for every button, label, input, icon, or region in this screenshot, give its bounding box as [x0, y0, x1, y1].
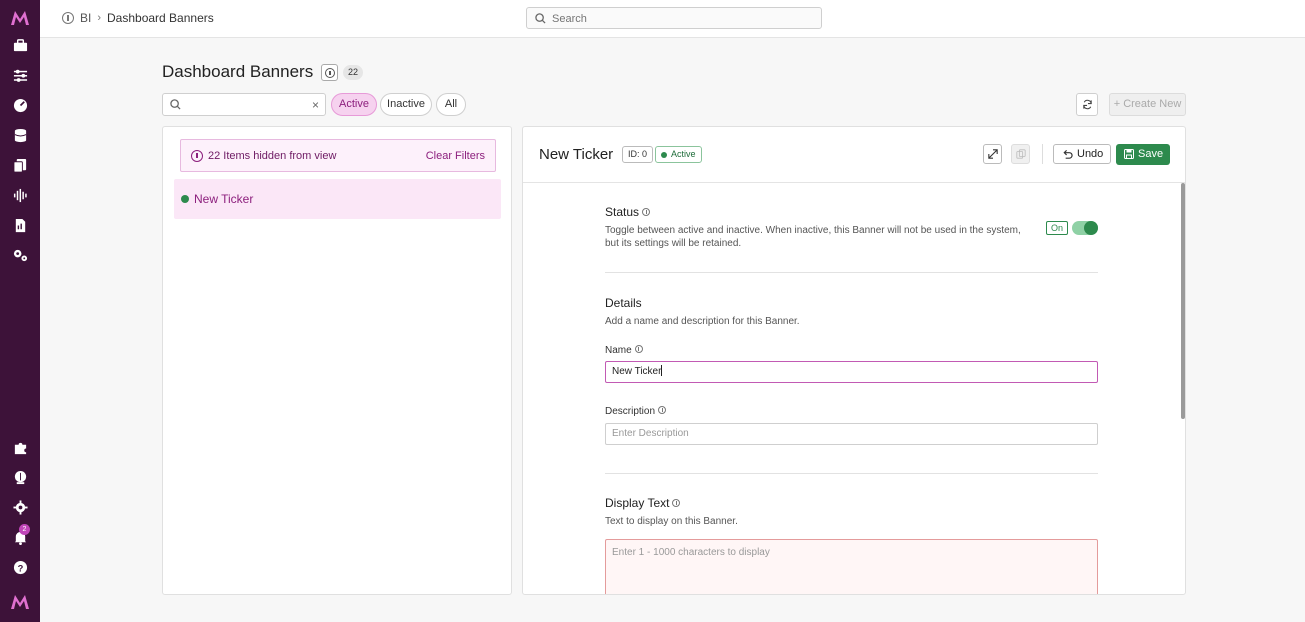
breadcrumb: BI › Dashboard Banners — [62, 11, 214, 25]
logo-bottom-icon[interactable] — [10, 592, 30, 612]
detail-header: New Ticker ID: 0 Active Undo Save — [523, 127, 1185, 183]
expand-button[interactable] — [983, 144, 1002, 164]
chip-inactive[interactable]: Inactive — [380, 93, 432, 116]
brain-icon[interactable] — [10, 467, 30, 487]
alert-icon — [191, 150, 203, 162]
logo-icon[interactable] — [10, 8, 30, 28]
info-icon[interactable] — [672, 499, 681, 507]
info-icon[interactable] — [658, 406, 667, 414]
info-icon[interactable] — [634, 345, 643, 353]
id-badge: ID: 0 — [622, 146, 654, 163]
expand-icon — [987, 149, 998, 159]
report-icon[interactable] — [10, 215, 30, 235]
create-new-button[interactable]: + Create New — [1109, 93, 1186, 116]
section-divider — [605, 473, 1098, 474]
status-toggle[interactable] — [1072, 221, 1098, 235]
waveform-icon[interactable] — [10, 185, 30, 205]
hidden-items-notice: 22 Items hidden from view Clear Filters — [180, 139, 496, 172]
search-icon — [170, 99, 181, 110]
status-badge: Active — [655, 146, 702, 163]
header-divider — [1042, 144, 1043, 164]
undo-icon — [1063, 149, 1073, 159]
help-icon[interactable]: ? — [10, 557, 30, 577]
list-item[interactable]: New Ticker — [174, 179, 501, 219]
save-icon — [1124, 149, 1134, 159]
display-text-field[interactable]: Enter 1 - 1000 characters to display — [605, 539, 1098, 594]
description-field[interactable]: Enter Description — [605, 423, 1098, 445]
sliders-icon[interactable] — [10, 65, 30, 85]
puzzle-icon[interactable] — [10, 437, 30, 457]
briefcase-icon[interactable] — [10, 35, 30, 55]
status-section-title: Status — [605, 205, 651, 219]
banner-list-panel: 22 Items hidden from view Clear Filters … — [162, 126, 512, 595]
svg-text:?: ? — [17, 563, 23, 573]
gauge-icon[interactable] — [10, 95, 30, 115]
undo-label: Undo — [1077, 148, 1104, 160]
database-icon[interactable] — [10, 125, 30, 145]
toggle-state-label: On — [1046, 221, 1069, 235]
filter-search-input[interactable]: × — [162, 93, 326, 116]
display-text-section-title: Display Text — [605, 496, 681, 510]
page-title: Dashboard Banners — [162, 62, 314, 81]
top-bar: BI › Dashboard Banners — [40, 0, 1305, 38]
scrollbar[interactable] — [1181, 183, 1185, 419]
status-description: Toggle between active and inactive. When… — [605, 225, 1021, 249]
hidden-items-text: 22 Items hidden from view — [208, 150, 337, 162]
banner-detail-panel: New Ticker ID: 0 Active Undo Save Status… — [522, 126, 1186, 595]
search-icon — [535, 13, 546, 24]
save-button[interactable]: Save — [1116, 144, 1170, 165]
global-search-input[interactable] — [552, 11, 812, 26]
active-status-dot — [181, 195, 189, 203]
refresh-icon — [1082, 99, 1092, 110]
description-label: Description — [605, 406, 667, 417]
undo-button[interactable]: Undo — [1053, 144, 1111, 164]
duplicate-button[interactable] — [1011, 144, 1030, 164]
count-badge: 22 — [343, 65, 364, 80]
chevron-right-icon: › — [97, 12, 102, 24]
save-label: Save — [1138, 148, 1164, 160]
info-icon[interactable] — [642, 208, 651, 216]
status-title-text: Status — [605, 205, 640, 219]
detail-title: New Ticker — [539, 146, 614, 163]
section-divider — [605, 272, 1098, 273]
description-label-text: Description — [605, 406, 656, 417]
info-button[interactable] — [321, 64, 338, 81]
gears-icon[interactable] — [10, 245, 30, 265]
chip-active[interactable]: Active — [331, 93, 377, 116]
documents-icon[interactable] — [10, 155, 30, 175]
copy-icon — [1015, 149, 1026, 159]
name-label: Name — [605, 345, 643, 356]
clear-filters-link[interactable]: Clear Filters — [426, 150, 485, 162]
display-title-text: Display Text — [605, 496, 670, 510]
app-rail: 2 ? — [0, 0, 40, 622]
details-section-title: Details — [605, 296, 642, 310]
refresh-button[interactable] — [1076, 93, 1098, 116]
breadcrumb-current: Dashboard Banners — [107, 11, 214, 25]
display-text-description: Text to display on this Banner. — [605, 516, 738, 527]
name-label-text: Name — [605, 345, 632, 356]
chip-all[interactable]: All — [436, 93, 466, 116]
info-icon — [324, 67, 335, 78]
bi-icon — [62, 12, 74, 24]
list-item-label: New Ticker — [194, 192, 254, 206]
notification-badge: 2 — [19, 524, 30, 535]
global-search[interactable] — [526, 7, 822, 29]
breadcrumb-root[interactable]: BI — [80, 11, 91, 25]
settings-icon[interactable] — [10, 497, 30, 517]
name-field[interactable]: New Ticker — [605, 361, 1098, 383]
details-description: Add a name and description for this Bann… — [605, 316, 800, 327]
clear-search-icon[interactable]: × — [312, 98, 319, 112]
